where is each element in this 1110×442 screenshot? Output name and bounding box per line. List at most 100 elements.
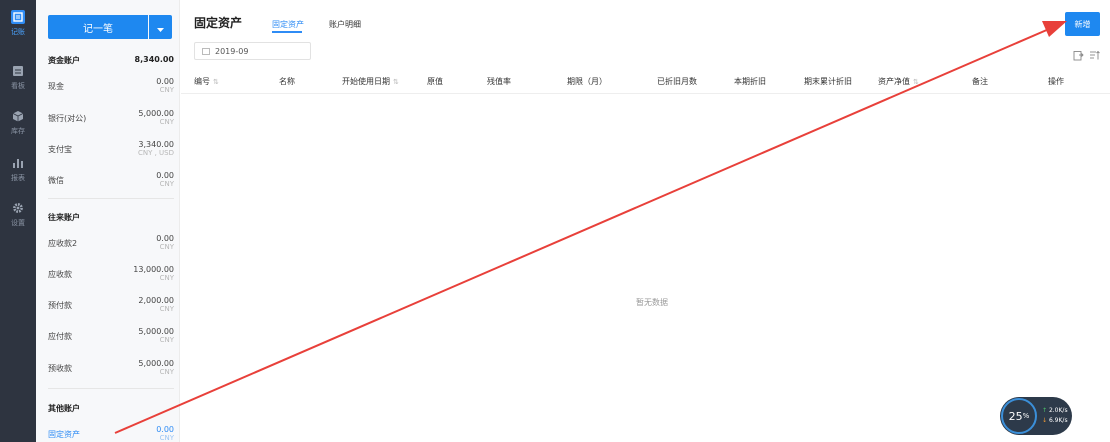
account-amount: 0.00 <box>156 425 174 434</box>
export-icon[interactable] <box>1073 46 1084 61</box>
account-amount: 5,000.00 <box>138 109 174 118</box>
upload-rate: 2.0K/s <box>1048 407 1068 414</box>
column-header: 已折旧月数 <box>657 77 697 86</box>
tab-fixed-assets[interactable]: 固定资产 <box>272 19 304 30</box>
account-currency: CNY <box>159 368 174 376</box>
account-name: 应收款2 <box>48 239 78 248</box>
account-amount: 2,000.00 <box>138 296 174 305</box>
report-icon <box>11 156 25 170</box>
group-label: 其他账户 <box>48 404 80 413</box>
nav-label: 库存 <box>11 127 25 135</box>
nav-item-settings[interactable]: 设置 <box>0 201 36 241</box>
date-picker[interactable]: 2019-09 <box>194 42 311 60</box>
nav-rail: 记账 看板 库存 报表 设置 <box>0 0 36 442</box>
account-amount: 0.00 <box>156 234 174 243</box>
account-currency: CNY <box>159 336 174 344</box>
account-name: 微信 <box>48 176 64 185</box>
account-item[interactable]: 预付款 2,000.00 CNY <box>48 296 174 322</box>
date-value: 2019-09 <box>215 46 249 56</box>
account-name: 预付款 <box>48 301 72 310</box>
account-item[interactable]: 微信 0.00 CNY <box>48 171 174 197</box>
usage-percent: 25% <box>1001 398 1037 434</box>
column-header: 名称 <box>279 77 295 86</box>
ledger-icon <box>11 10 25 24</box>
account-currency: CNY <box>159 243 174 251</box>
account-amount: 5,000.00 <box>138 359 174 368</box>
account-currency: CNY <box>159 180 174 188</box>
gear-icon <box>11 201 25 215</box>
group-label: 资金账户 <box>48 56 80 65</box>
account-amount: 0.00 <box>156 171 174 180</box>
account-name: 现金 <box>48 82 64 91</box>
sort-icon: ⇅ <box>913 78 919 86</box>
table-header: 编号 ⇅ 名称 开始使用日期 ⇅ 原值 残值率 期限（月） 已折旧月数 本期折旧 期… <box>181 64 1110 94</box>
caret-down-icon <box>157 18 164 37</box>
dashboard-icon <box>11 64 25 78</box>
nav-label: 看板 <box>11 82 25 90</box>
account-item[interactable]: 应收款 13,000.00 CNY <box>48 265 174 291</box>
account-item[interactable]: 支付宝 3,340.00 CNY , USD <box>48 140 174 166</box>
account-name: 应收款 <box>48 270 72 279</box>
account-amount: 5,000.00 <box>138 327 174 336</box>
column-header: 本期折旧 <box>734 77 766 86</box>
divider <box>48 198 174 199</box>
column-header[interactable]: 开始使用日期 ⇅ <box>342 76 399 87</box>
network-speed-widget[interactable]: 25% ↑ 2.0K/s ↓ 6.9K/s <box>1000 397 1072 435</box>
record-dropdown-button[interactable] <box>149 15 172 39</box>
nav-label: 报表 <box>11 174 25 182</box>
column-header: 残值率 <box>487 77 511 86</box>
account-amount: 0.00 <box>156 77 174 86</box>
account-item[interactable]: 应收款2 0.00 CNY <box>48 234 174 260</box>
app-window: 记账 看板 库存 报表 设置 记一笔 资金账户 8,340.00 现金 0.00… <box>0 0 1110 442</box>
inventory-icon <box>11 109 25 123</box>
active-tab-indicator <box>272 31 302 33</box>
account-currency: CNY , USD <box>137 149 174 157</box>
nav-label: 记账 <box>11 28 25 36</box>
account-currency: CNY <box>159 305 174 313</box>
account-item[interactable]: 预收款 5,000.00 CNY <box>48 359 174 385</box>
account-name: 应付款 <box>48 332 72 341</box>
download-rate: 6.9K/s <box>1048 417 1068 424</box>
accounts-panel: 记一笔 资金账户 8,340.00 现金 0.00 CNY 银行(对公) 5,0… <box>36 0 180 442</box>
fund-accounts-header[interactable]: 资金账户 8,340.00 <box>48 55 174 66</box>
nav-item-report[interactable]: 报表 <box>0 156 36 196</box>
nav-item-ledger[interactable]: 记账 <box>0 10 36 50</box>
sort-icon: ⇅ <box>213 78 219 86</box>
account-item[interactable]: 银行(对公) 5,000.00 CNY <box>48 109 174 135</box>
ar-accounts-header[interactable]: 往来账户 <box>48 212 174 223</box>
account-currency: CNY <box>159 118 174 126</box>
account-item[interactable]: 现金 0.00 CNY <box>48 77 174 103</box>
add-button[interactable]: 新增 <box>1065 12 1100 36</box>
calendar-icon <box>202 47 210 55</box>
tab-account-details[interactable]: 账户明细 <box>329 19 361 30</box>
column-header: 期末累计折旧 <box>804 77 852 86</box>
column-header: 备注 <box>972 77 988 86</box>
account-currency: CNY <box>159 274 174 282</box>
account-name: 银行(对公) <box>48 114 87 123</box>
nav-label: 设置 <box>11 219 25 227</box>
account-amount: 3,340.00 <box>138 140 174 149</box>
account-item-selected[interactable]: 固定资产 0.00 CNY <box>48 425 174 442</box>
account-currency: CNY <box>159 86 174 94</box>
column-header: 操作 <box>1048 77 1064 86</box>
record-button[interactable]: 记一笔 <box>48 15 148 39</box>
account-item[interactable]: 应付款 5,000.00 CNY <box>48 327 174 353</box>
column-header: 原值 <box>427 77 443 86</box>
record-button-group: 记一笔 <box>48 15 172 39</box>
empty-state-text: 暂无数据 <box>636 298 668 307</box>
account-amount: 13,000.00 <box>133 265 174 274</box>
column-header[interactable]: 资产净值 ⇅ <box>878 76 919 87</box>
nav-item-inventory[interactable]: 库存 <box>0 109 36 149</box>
divider <box>48 388 174 389</box>
column-header: 期限（月） <box>567 77 607 86</box>
group-total: 8,340.00 <box>134 55 174 64</box>
column-header[interactable]: 编号 ⇅ <box>194 76 219 87</box>
sort-icon: ⇅ <box>393 78 399 86</box>
speed-rates: ↑ 2.0K/s ↓ 6.9K/s <box>1042 406 1068 426</box>
account-name: 固定资产 <box>48 430 80 439</box>
other-accounts-header[interactable]: 其他账户 <box>48 403 174 414</box>
download-arrow-icon: ↓ <box>1042 417 1048 424</box>
nav-item-dashboard[interactable]: 看板 <box>0 64 36 104</box>
column-settings-icon[interactable] <box>1089 46 1100 60</box>
page-title: 固定资产 <box>194 16 243 30</box>
